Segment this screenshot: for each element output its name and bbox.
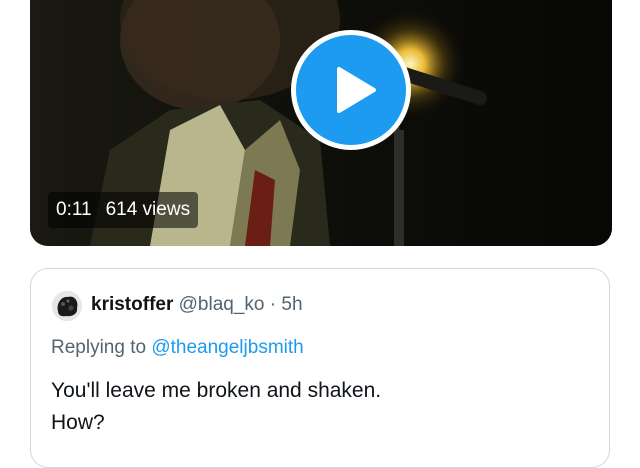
- video-player[interactable]: 0:11 614 views: [30, 0, 612, 246]
- user-handle[interactable]: @blaq_ko: [179, 294, 265, 315]
- tweet-text-line: How?: [51, 411, 105, 434]
- replying-to: Replying to @theangeljbsmith: [51, 337, 304, 359]
- play-icon: [337, 67, 376, 113]
- avatar[interactable]: [52, 291, 82, 321]
- separator-dot: ·: [269, 294, 277, 315]
- display-name[interactable]: kristoffer: [91, 294, 173, 315]
- video-view-count: 614 views: [105, 199, 191, 220]
- quoted-tweet[interactable]: kristoffer @blaq_ko · 5h Replying to @th…: [30, 268, 610, 468]
- replying-handle-link[interactable]: @theangeljbsmith: [151, 337, 303, 358]
- tweet-header: kristoffer @blaq_ko · 5h: [91, 294, 303, 316]
- video-duration: 0:11: [56, 199, 92, 220]
- video-stats: 0:11 614 views: [48, 192, 199, 228]
- tweet-text-line: You'll leave me broken and shaken.: [51, 379, 382, 402]
- avatar-image: [52, 291, 82, 321]
- tweet-timestamp[interactable]: 5h: [281, 294, 302, 315]
- tweet-text: You'll leave me broken and shaken. How?: [51, 375, 381, 439]
- play-button[interactable]: [291, 30, 411, 150]
- replying-prefix: Replying to: [51, 337, 147, 358]
